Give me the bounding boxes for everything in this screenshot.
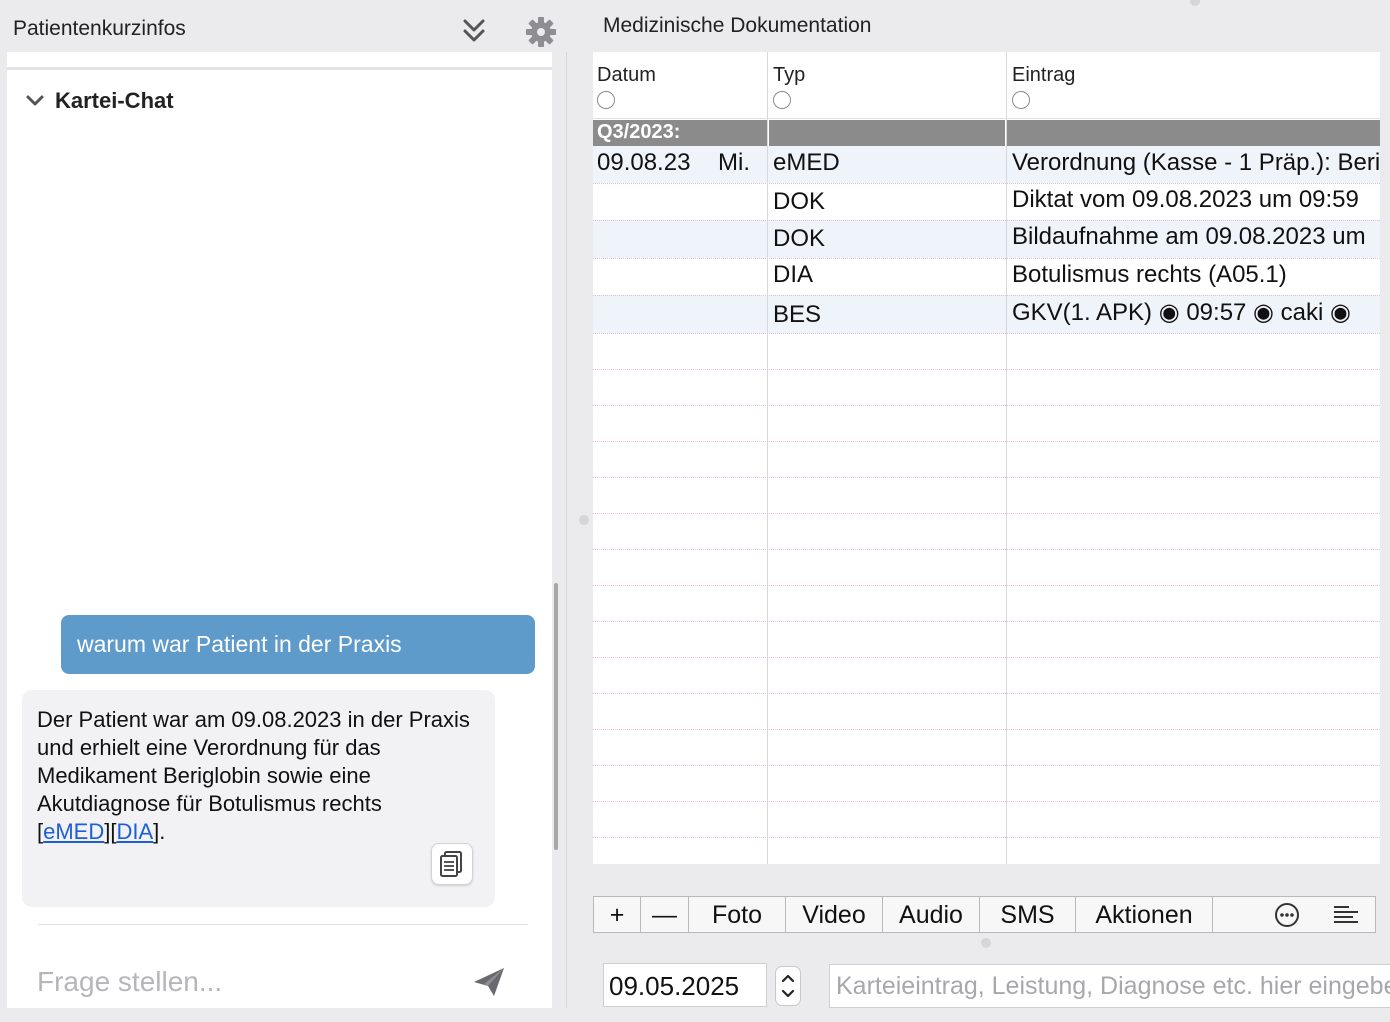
documentation-toolbar: + — Foto Video Audio SMS Aktionen — [593, 896, 1376, 933]
row-separator — [593, 729, 1380, 730]
send-icon[interactable] — [470, 964, 508, 1000]
question-input[interactable] — [37, 962, 457, 1002]
column-header-date[interactable]: Datum — [597, 64, 656, 87]
column-divider[interactable] — [767, 52, 768, 864]
panel-title: Patientenkurzinfos — [13, 17, 186, 40]
row-separator — [593, 765, 1380, 766]
row-separator — [593, 333, 1380, 334]
gear-icon[interactable] — [523, 14, 559, 50]
cell-entry[interactable]: Bildaufnahme am 09.08.2023 um — [1012, 223, 1366, 251]
cell-type[interactable]: DOK — [773, 188, 825, 216]
splitter-handle[interactable] — [579, 515, 589, 525]
video-button[interactable]: Video — [786, 897, 883, 932]
panel-title: Medizinische Dokumentation — [603, 14, 872, 37]
add-button[interactable]: + — [594, 897, 641, 932]
reference-bracket: ]. — [153, 819, 166, 844]
copy-icon — [440, 851, 462, 877]
reference-link-dia[interactable]: DIA — [116, 819, 153, 844]
stepper-arrows-icon — [781, 974, 795, 998]
chevron-down-icon[interactable] — [24, 91, 46, 111]
cell-type[interactable]: BES — [773, 301, 821, 329]
header-separator — [593, 118, 1380, 119]
group-header-label: Q3/2023: — [597, 121, 681, 143]
reference-link-emed[interactable]: eMED — [43, 819, 104, 844]
row-separator — [593, 837, 1380, 838]
text-align-button[interactable] — [1322, 897, 1370, 932]
assistant-message-text: Der Patient war am 09.08.2023 in der Pra… — [37, 706, 477, 846]
chart-entry-input[interactable] — [829, 964, 1390, 1008]
row-separator — [593, 585, 1380, 586]
date-stepper[interactable] — [775, 966, 801, 1006]
row-separator — [593, 183, 1380, 184]
text-align-left-icon — [1334, 906, 1358, 923]
row-separator — [593, 441, 1380, 442]
row-separator — [593, 258, 1380, 259]
row-separator — [593, 657, 1380, 658]
cell-type[interactable]: DOK — [773, 225, 825, 253]
user-message-text: warum war Patient in der Praxis — [77, 631, 402, 657]
group-header-cell — [769, 120, 1005, 146]
left-scrollbar[interactable] — [554, 583, 558, 850]
row-separator — [593, 693, 1380, 694]
row-separator — [593, 295, 1380, 296]
assistant-reply-body: Der Patient war am 09.08.2023 in der Pra… — [37, 707, 470, 816]
cell-entry[interactable]: Botulismus rechts (A05.1) — [1012, 261, 1287, 289]
cell-entry[interactable]: GKV(1. APK) ◉ 09:57 ◉ caki ◉ — [1012, 298, 1351, 327]
row-separator — [593, 477, 1380, 478]
ellipsis-circle-icon — [1275, 903, 1299, 927]
chat-section-title[interactable]: Kartei-Chat — [55, 88, 174, 114]
pane-divider[interactable] — [566, 52, 567, 1008]
column-filter-radio[interactable] — [1012, 91, 1030, 109]
reference-bracket: ][ — [104, 819, 117, 844]
panel-divider — [7, 67, 552, 70]
cell-date[interactable]: 09.08.23 — [597, 149, 690, 177]
column-divider[interactable] — [1006, 52, 1007, 864]
more-button[interactable] — [1265, 897, 1309, 932]
column-filter-radio[interactable] — [773, 91, 791, 109]
foto-button[interactable]: Foto — [689, 897, 786, 932]
actions-button[interactable]: Aktionen — [1076, 897, 1213, 932]
audio-button[interactable]: Audio — [883, 897, 980, 932]
cell-type[interactable]: DIA — [773, 261, 813, 289]
copy-button[interactable] — [431, 843, 473, 885]
cell-type[interactable]: eMED — [773, 149, 840, 177]
row-separator — [593, 621, 1380, 622]
column-header-entry[interactable]: Eintrag — [1012, 64, 1075, 87]
row-separator — [593, 801, 1380, 802]
date-field[interactable]: 09.05.2025 — [603, 963, 767, 1007]
row-separator — [593, 220, 1380, 221]
cell-entry[interactable]: Verordnung (Kasse - 1 Präp.): Beriglobin — [1012, 149, 1380, 177]
input-separator — [38, 924, 528, 925]
splitter-handle[interactable] — [1190, 0, 1200, 6]
row-separator — [593, 549, 1380, 550]
remove-button[interactable]: — — [641, 897, 689, 932]
cell-entry[interactable]: Diktat vom 09.08.2023 um 09:59 — [1012, 186, 1359, 214]
row-separator — [593, 513, 1380, 514]
group-header-cell — [1007, 120, 1380, 146]
row-separator — [593, 405, 1380, 406]
sms-button[interactable]: SMS — [980, 897, 1076, 932]
row-separator — [593, 369, 1380, 370]
double-chevron-down-icon[interactable] — [460, 14, 488, 46]
splitter-handle[interactable] — [981, 938, 991, 948]
documentation-table: Q3/2023: Datum Typ Eintrag 09.08.23 Mi. … — [593, 52, 1380, 864]
column-filter-radio[interactable] — [597, 91, 615, 109]
column-header-type[interactable]: Typ — [773, 64, 805, 87]
cell-weekday[interactable]: Mi. — [718, 149, 750, 177]
